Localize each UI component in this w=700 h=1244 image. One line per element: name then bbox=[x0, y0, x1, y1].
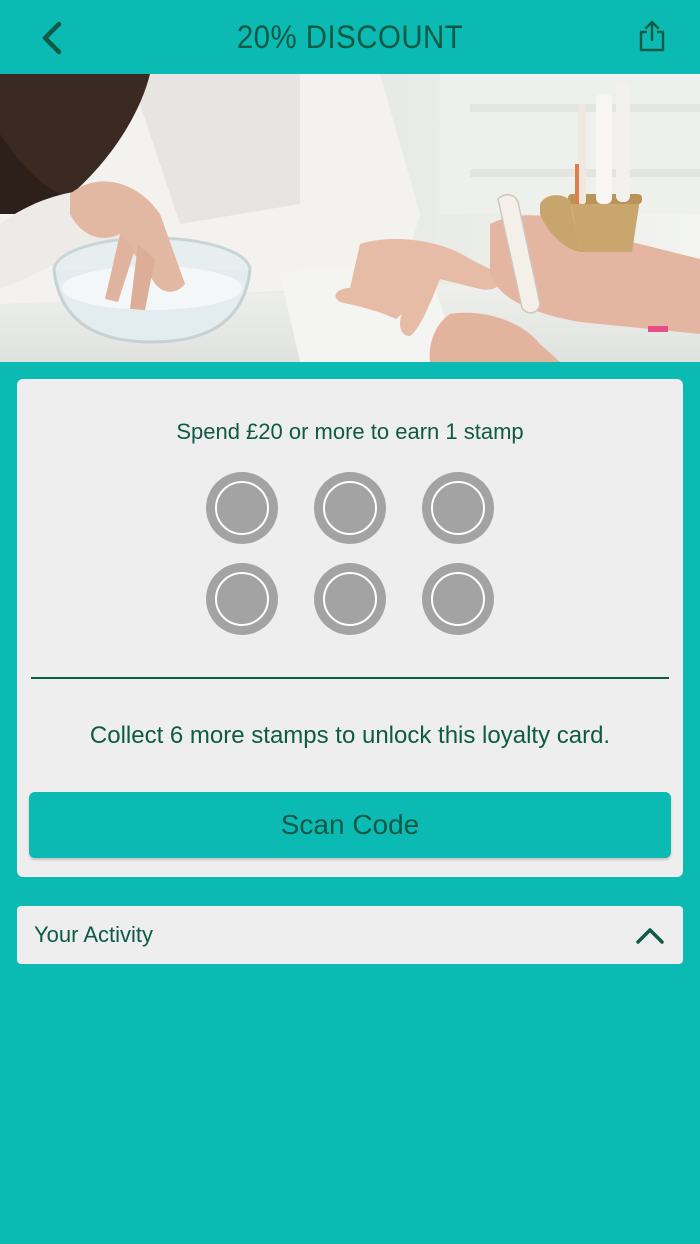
stamp-grid bbox=[206, 472, 494, 635]
page-title: 20% DISCOUNT bbox=[236, 18, 464, 55]
stamp-slot bbox=[206, 563, 278, 635]
your-activity-toggle[interactable]: Your Activity bbox=[17, 906, 683, 964]
activity-label: Your Activity bbox=[34, 922, 154, 947]
hero-image bbox=[0, 74, 700, 362]
stamp-slot bbox=[206, 472, 278, 544]
manicure-photo bbox=[0, 74, 700, 362]
stamp-slot bbox=[422, 472, 494, 544]
share-button[interactable] bbox=[628, 12, 676, 60]
loyalty-card: Spend £20 or more to earn 1 stamp Collec… bbox=[17, 379, 683, 877]
share-icon bbox=[639, 20, 665, 52]
scan-code-button[interactable]: Scan Code bbox=[29, 792, 671, 858]
divider bbox=[31, 677, 669, 679]
spend-instruction: Spend £20 or more to earn 1 stamp bbox=[176, 419, 524, 444]
stamp-slot bbox=[422, 563, 494, 635]
back-button[interactable] bbox=[28, 14, 76, 62]
stamp-slot bbox=[314, 472, 386, 544]
chevron-left-icon bbox=[42, 21, 62, 55]
top-bar: 20% DISCOUNT bbox=[0, 0, 700, 74]
chevron-up-icon bbox=[635, 920, 665, 950]
collect-message: Collect 6 more stamps to unlock this loy… bbox=[89, 722, 611, 749]
stamp-slot bbox=[314, 563, 386, 635]
